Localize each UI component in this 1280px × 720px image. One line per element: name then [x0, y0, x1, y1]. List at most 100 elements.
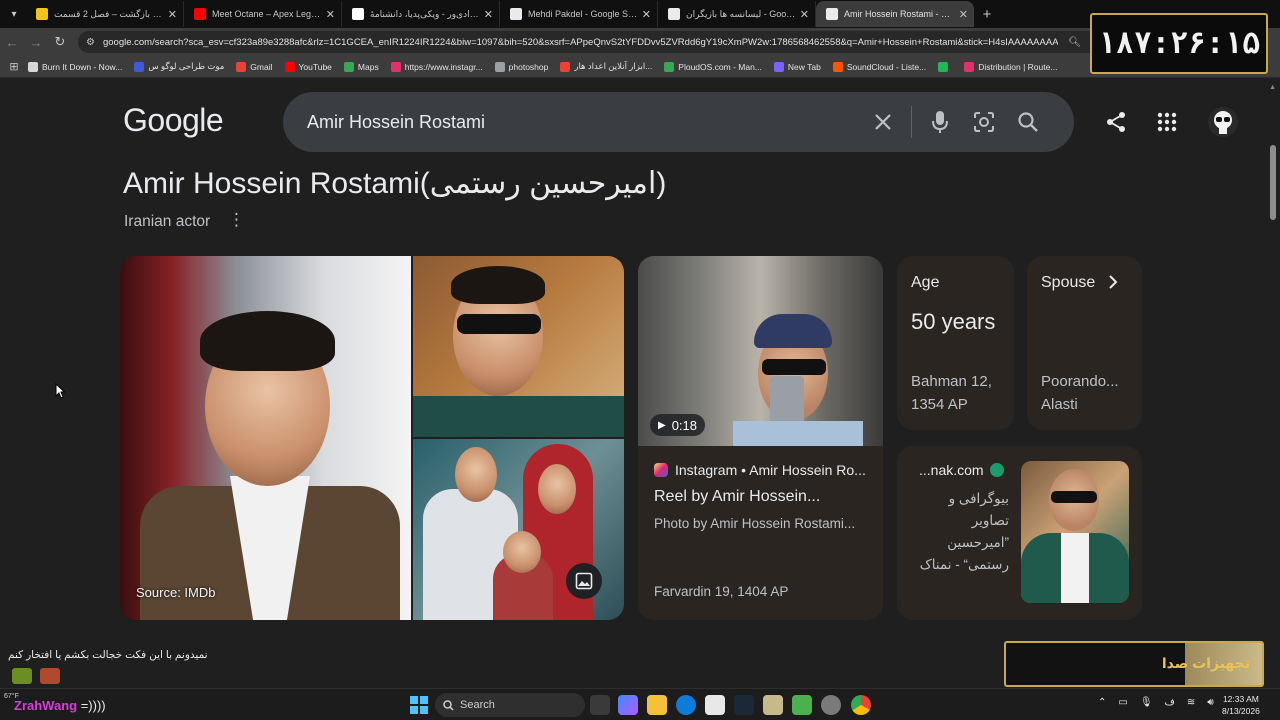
- chat-badge-icon: [40, 668, 60, 684]
- steam-icon[interactable]: [734, 695, 754, 715]
- back-icon[interactable]: ←: [0, 35, 24, 50]
- reel-cap: [754, 314, 832, 348]
- chrome-icon[interactable]: [851, 695, 871, 715]
- bookmark-label: Gmail: [250, 61, 273, 72]
- bookmark-label: Maps: [357, 61, 379, 72]
- search-divider: [911, 106, 912, 138]
- bookmark-favicon-icon: [664, 61, 675, 72]
- bookmark-label: YouTube: [298, 61, 332, 72]
- url-text[interactable]: google.com/search?sca_esv=cf323a89e3288a…: [103, 37, 1058, 48]
- lens-icon[interactable]: [962, 100, 1006, 144]
- share-icon[interactable]: [1099, 105, 1133, 139]
- address-bar[interactable]: ⚙ google.com/search?sca_esv=cf323a89e328…: [78, 31, 1108, 53]
- tab-title: Mehdi Pakdel - Google Search: [528, 9, 638, 19]
- browser-tab[interactable]: لیسانسه ها بازیگران - Google Search ✕: [658, 1, 816, 27]
- reel-title[interactable]: Reel by Amir Hossein...: [654, 488, 820, 506]
- browser-tab[interactable]: Mehdi Pakdel - Google Search ✕: [500, 1, 658, 27]
- tab-close-icon[interactable]: ✕: [959, 8, 968, 21]
- obs-icon[interactable]: [821, 695, 841, 715]
- scroll-up-icon[interactable]: ▲: [1269, 84, 1276, 91]
- tab-close-icon[interactable]: ✕: [484, 8, 493, 21]
- bookmark-item[interactable]: موت طراحی لوگو س: [134, 61, 224, 72]
- tab-close-icon[interactable]: ✕: [642, 8, 651, 21]
- app-icon[interactable]: [792, 695, 812, 715]
- page-scrollbar[interactable]: [1270, 145, 1276, 220]
- bookmark-item[interactable]: YouTube: [284, 61, 332, 72]
- reel-shirt: [733, 421, 863, 446]
- browser-tab[interactable]: رعنا آزادی‌ور - ویکی‌پدیا، دانشنامهٔ ✕: [342, 1, 500, 27]
- bookmark-item[interactable]: [938, 61, 952, 72]
- browser-tab[interactable]: Meet Octane – Apex Legends Ch ✕: [184, 1, 342, 27]
- account-avatar[interactable]: [1206, 105, 1240, 139]
- clear-icon[interactable]: [861, 100, 905, 144]
- bookmark-favicon-icon: [134, 61, 145, 72]
- bookmark-favicon-icon: [494, 61, 505, 72]
- tab-title: Meet Octane – Apex Legends Ch: [212, 9, 322, 19]
- microphone-tray-icon[interactable]: 🎙︎: [1140, 697, 1153, 708]
- bookmark-favicon-icon: [560, 61, 571, 72]
- instagram-reel-card[interactable]: ▶ 0:18 Instagram • Amir Hossein Ro... Re…: [638, 256, 883, 620]
- apps-grid-icon[interactable]: ⊞: [0, 60, 28, 73]
- google-apps-icon[interactable]: [1150, 105, 1184, 139]
- video-duration-badge: ▶ 0:18: [650, 414, 706, 436]
- age-card[interactable]: Age 50 years Bahman 12, 1354 AP: [897, 256, 1014, 430]
- birth-date: Bahman 12, 1354 AP: [911, 373, 992, 413]
- bookmark-item[interactable]: Maps: [343, 61, 379, 72]
- tab-close-icon[interactable]: ✕: [800, 8, 809, 21]
- bookmark-item[interactable]: SoundCloud - Liste...: [832, 61, 926, 72]
- google-logo[interactable]: Google: [123, 102, 224, 139]
- wifi-icon[interactable]: ≋: [1187, 697, 1195, 708]
- reel-description: Photo by Amir Hossein Rostami...: [654, 516, 856, 531]
- tab-title: زخم کاری بازگشت – فصل 2 قسمت: [54, 8, 164, 19]
- chevron-up-icon[interactable]: ⌃: [1098, 697, 1106, 708]
- taskbar-clock[interactable]: 12:33 AM 8/13/2026: [1222, 693, 1260, 717]
- new-tab-button[interactable]: +: [974, 6, 1000, 23]
- bookmark-item[interactable]: Burn It Down - Now...: [28, 61, 122, 72]
- chat-user-line: ZrahWang =)))): [14, 698, 106, 713]
- store-icon[interactable]: [705, 695, 725, 715]
- image-gallery-icon[interactable]: [566, 563, 602, 599]
- windows-start-icon[interactable]: [410, 696, 428, 714]
- bookmark-favicon-icon: [832, 61, 843, 72]
- search-box[interactable]: Amir Hossein Rostami: [283, 92, 1074, 152]
- more-options-icon[interactable]: ⋮: [228, 210, 245, 234]
- edge-icon[interactable]: [676, 695, 696, 715]
- app-icon[interactable]: [763, 695, 783, 715]
- bookmark-item[interactable]: Gmail: [236, 61, 273, 72]
- spouse-name: Poorando... Alasti: [1041, 373, 1119, 413]
- spouse-card[interactable]: Spouse Poorando... Alasti: [1027, 256, 1142, 430]
- tab-close-icon[interactable]: ✕: [168, 8, 177, 21]
- taskbar-search[interactable]: Search: [435, 693, 585, 717]
- reload-icon[interactable]: ↻: [48, 34, 72, 50]
- bookmark-item[interactable]: photoshop: [494, 61, 548, 72]
- tab-search-icon[interactable]: ▾: [2, 2, 26, 26]
- bookmark-item[interactable]: PloudOS.com - Man...: [664, 61, 762, 72]
- bookmark-item[interactable]: Distribution | Route...: [964, 61, 1057, 72]
- site-info-icon[interactable]: ⚙: [86, 37, 95, 48]
- namnak-article-card[interactable]: ...nak.com بیوگرافی و تصاویر ”امیرحسین ر…: [897, 446, 1142, 620]
- stream-timer: ۱۸۷:۲۶:۱۵: [1090, 13, 1268, 74]
- volume-icon[interactable]: 🔊︎: [1207, 697, 1213, 708]
- tab-close-icon[interactable]: ✕: [326, 8, 335, 21]
- search-input[interactable]: Amir Hossein Rostami: [307, 112, 861, 133]
- main-portrait-image[interactable]: [120, 256, 411, 620]
- browser-tab[interactable]: Amir Hossein Rostami - Google ✕: [816, 1, 974, 27]
- bookmark-label: New Tab: [787, 61, 821, 72]
- language-icon[interactable]: ف: [1165, 697, 1175, 708]
- search-icon[interactable]: [1006, 100, 1050, 144]
- browser-toolbar: ← → ↻ ⚙ google.com/search?sca_esv=cf323a…: [0, 28, 1280, 56]
- bookmark-favicon-icon: [343, 61, 354, 72]
- spouse-label: Spouse: [1041, 274, 1096, 291]
- forward-icon[interactable]: →: [24, 35, 48, 50]
- zoom-icon[interactable]: 🔍︎: [1068, 37, 1081, 48]
- browser-tab[interactable]: زخم کاری بازگشت – فصل 2 قسمت ✕: [26, 1, 184, 27]
- bookmark-item[interactable]: ابزار آنلاین اعداد هار...: [560, 61, 652, 72]
- sunglasses-portrait-image[interactable]: [413, 256, 624, 437]
- bookmark-item[interactable]: New Tab: [773, 61, 821, 72]
- network-icon[interactable]: ▭: [1118, 697, 1127, 708]
- file-explorer-icon[interactable]: [647, 695, 667, 715]
- copilot-icon[interactable]: [618, 695, 638, 715]
- bookmark-item[interactable]: https://www.instagr...: [390, 61, 483, 72]
- microphone-icon[interactable]: [918, 100, 962, 144]
- task-view-icon[interactable]: [590, 695, 610, 715]
